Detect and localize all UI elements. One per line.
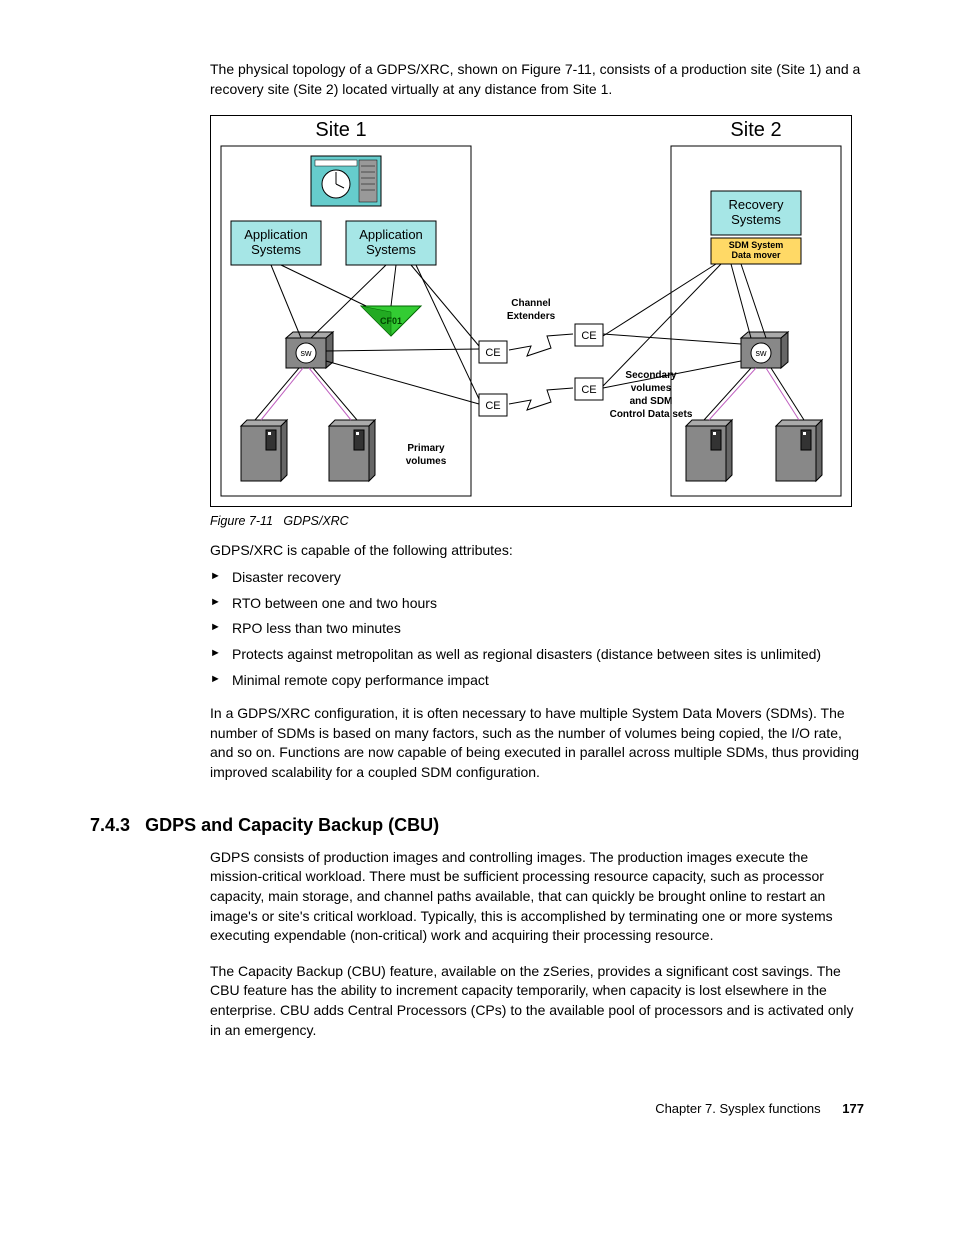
switch-site1: sw bbox=[286, 332, 333, 368]
svg-text:CE: CE bbox=[581, 384, 596, 396]
page-footer: Chapter 7. Sysplex functions 177 bbox=[90, 1100, 864, 1118]
svg-text:Extenders: Extenders bbox=[507, 311, 556, 322]
list-item: RPO less than two minutes bbox=[210, 619, 864, 639]
attributes-lead: GDPS/XRC is capable of the following att… bbox=[210, 541, 864, 561]
site1-title: Site 1 bbox=[315, 119, 366, 141]
list-item: Disaster recovery bbox=[210, 568, 864, 588]
channel-ext-label: Channel bbox=[511, 298, 551, 309]
mainframe-icon bbox=[311, 156, 381, 206]
svg-text:CE: CE bbox=[485, 347, 500, 359]
svg-text:Systems: Systems bbox=[366, 242, 416, 257]
site2-title: Site 2 bbox=[730, 119, 781, 141]
storage-site1b bbox=[329, 420, 375, 481]
footer-page-number: 177 bbox=[842, 1101, 864, 1116]
section-heading: 7.4.3 GDPS and Capacity Backup (CBU) bbox=[90, 813, 864, 838]
storage-site2b bbox=[776, 420, 822, 481]
cbu-paragraph-2: The Capacity Backup (CBU) feature, avail… bbox=[210, 962, 864, 1040]
section-title: GDPS and Capacity Backup (CBU) bbox=[145, 815, 439, 835]
svg-text:Systems: Systems bbox=[731, 212, 781, 227]
svg-text:Systems: Systems bbox=[251, 242, 301, 257]
svg-text:CE: CE bbox=[485, 400, 500, 412]
svg-text:sw: sw bbox=[301, 348, 313, 358]
intro-paragraph: The physical topology of a GDPS/XRC, sho… bbox=[210, 60, 864, 99]
storage-site2a bbox=[686, 420, 732, 481]
sdm-label: SDM System bbox=[729, 240, 784, 250]
footer-chapter: Chapter 7. Sysplex functions bbox=[655, 1101, 820, 1116]
switch-site2: sw bbox=[741, 332, 788, 368]
svg-text:volumes: volumes bbox=[631, 383, 672, 394]
app-sys-1: Application bbox=[244, 227, 308, 242]
app-sys-2: Application bbox=[359, 227, 423, 242]
attributes-list: Disaster recovery RTO between one and tw… bbox=[210, 568, 864, 690]
svg-text:volumes: volumes bbox=[406, 456, 447, 467]
list-item: Minimal remote copy performance impact bbox=[210, 671, 864, 691]
cf01-label: CF01 bbox=[380, 316, 402, 326]
figure-caption: Figure 7-11 GDPS/XRC bbox=[210, 513, 864, 531]
svg-text:Control Data sets: Control Data sets bbox=[610, 409, 693, 420]
svg-text:sw: sw bbox=[756, 348, 768, 358]
sdm-paragraph: In a GDPS/XRC configuration, it is often… bbox=[210, 704, 864, 782]
recovery-systems: Recovery bbox=[729, 197, 784, 212]
figure-gdps-xrc: Site 1 Site 2 Application Systems Applic… bbox=[210, 115, 852, 507]
primary-volumes-label: Primary bbox=[407, 443, 445, 454]
list-item: Protects against metropolitan as well as… bbox=[210, 645, 864, 665]
section-number: 7.4.3 bbox=[90, 813, 130, 838]
channel-extenders: CE CE CE CE bbox=[479, 324, 603, 416]
svg-text:and SDM: and SDM bbox=[630, 396, 673, 407]
cbu-paragraph-1: GDPS consists of production images and c… bbox=[210, 848, 864, 946]
list-item: RTO between one and two hours bbox=[210, 594, 864, 614]
svg-text:CE: CE bbox=[581, 330, 596, 342]
svg-text:Data mover: Data mover bbox=[731, 250, 781, 260]
storage-site1a bbox=[241, 420, 287, 481]
